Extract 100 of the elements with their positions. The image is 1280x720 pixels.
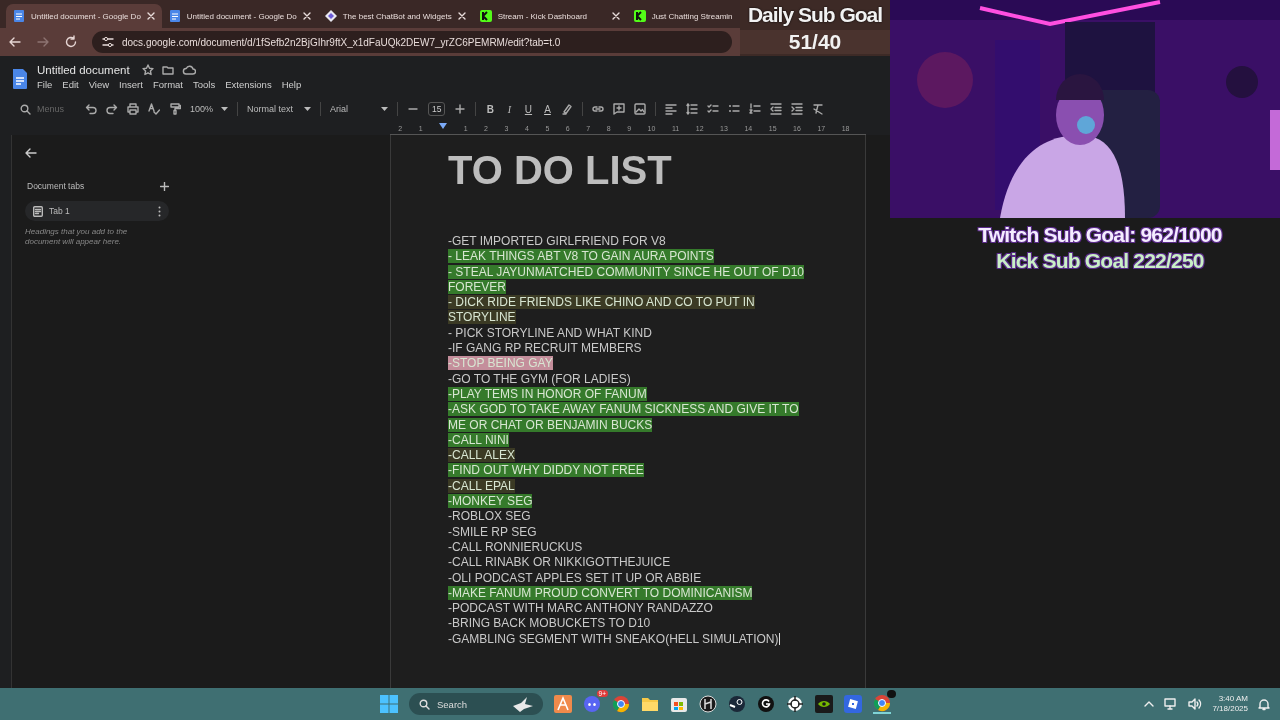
browser-tab[interactable]: Stream - Kick Dashboard	[472, 4, 627, 28]
menu-item[interactable]: View	[88, 79, 110, 90]
list-item: - LEAK THINGS ABT V8 TO GAIN AURA POINTS	[448, 249, 714, 264]
align-left-icon[interactable]	[665, 103, 678, 115]
address-field[interactable]: docs.google.com/document/d/1fSefb2n2BjGIhr9ftX_x1dFaUQk2DEW7_yrZC6PEMRM/edit?tab=t.0	[92, 31, 732, 53]
list-item: -CALL ALEX	[448, 448, 515, 463]
text-cursor	[778, 632, 780, 645]
undo-icon[interactable]	[85, 103, 97, 115]
kick-icon	[632, 9, 647, 23]
document-icon	[167, 9, 182, 23]
back-arrow-icon[interactable]	[25, 147, 37, 159]
font-dropdown[interactable]: Arial	[330, 104, 388, 114]
image-icon[interactable]	[634, 103, 647, 115]
add-comment-icon[interactable]	[613, 103, 626, 115]
site-settings-icon	[102, 36, 114, 48]
bird-icon	[511, 696, 535, 712]
menu-item[interactable]: Format	[152, 79, 183, 90]
menu-item[interactable]: Extensions	[225, 79, 272, 90]
chat-app-icon[interactable]	[583, 695, 601, 713]
checklist-icon[interactable]	[707, 103, 720, 115]
tab-page-icon	[33, 205, 43, 217]
document-tab[interactable]: Tab 1	[25, 201, 169, 221]
square-app-icon[interactable]	[844, 695, 862, 713]
goal-text: Twitch Sub Goal: 962/1000	[978, 222, 1222, 248]
close-icon	[456, 11, 467, 21]
docs-logo-icon	[12, 68, 28, 90]
format-button[interactable]: I	[504, 103, 515, 115]
browser-app-icon[interactable]	[873, 694, 891, 712]
eye-app-icon[interactable]	[815, 695, 833, 713]
triangle-app-icon[interactable]	[554, 695, 572, 713]
list-item: -FIND OUT WHY DIDDY NOT FREE	[448, 463, 644, 478]
search-icon	[20, 104, 31, 115]
increase-indent-icon[interactable]	[791, 103, 804, 115]
redo-icon[interactable]	[106, 103, 118, 115]
star-icon[interactable]	[141, 64, 154, 76]
browser-tab[interactable]: Untitled document - Google Do	[161, 4, 318, 28]
list-item: -MONKEY SEG	[448, 494, 533, 509]
list-item: -BRING BACK MOBUCKETS TO D10	[448, 616, 651, 631]
menu-item[interactable]: Help	[281, 79, 302, 90]
back-arrow-icon[interactable]	[8, 35, 22, 49]
chevron-up-icon[interactable]	[1144, 701, 1155, 707]
plus-icon[interactable]	[160, 181, 169, 191]
hint-text: Headings that you add to the document will appear here.	[25, 227, 129, 247]
bulleted-list-icon[interactable]	[728, 103, 741, 115]
cloud-icon[interactable]	[181, 64, 196, 76]
document-icon	[12, 9, 26, 23]
browser-tab[interactable]: Just Chatting Streamin	[626, 4, 735, 28]
goal-count: 51/40	[740, 30, 890, 54]
clock[interactable]: 3:40 AM 7/18/2025	[1212, 694, 1248, 714]
folder-icon[interactable]	[161, 64, 174, 76]
close-icon	[145, 11, 156, 21]
browser-tab[interactable]: The best ChatBot and Widgets	[317, 4, 473, 28]
network-icon[interactable]	[1164, 698, 1179, 710]
link-icon[interactable]	[592, 103, 605, 115]
list-item: -CALL RONNIERUCKUS	[448, 539, 583, 554]
g-app-icon[interactable]	[757, 695, 775, 713]
line-spacing-icon[interactable]	[686, 103, 699, 115]
start-icon[interactable]	[380, 695, 398, 713]
numbered-list-icon[interactable]	[749, 103, 762, 115]
list-item: -SMILE RP SEG	[448, 524, 537, 539]
format-button[interactable]: B	[485, 103, 496, 115]
speaker-icon[interactable]	[1188, 698, 1203, 710]
caret-icon	[221, 107, 228, 111]
diamond-icon	[323, 9, 338, 23]
notification-badge	[887, 690, 896, 698]
list-item: -PLAY TEMS IN HONOR OF FANUM	[448, 386, 647, 401]
browser-tab[interactable]: Untitled document - Google Do	[6, 4, 162, 28]
menu-item[interactable]: Tools	[192, 79, 216, 90]
zoom-dropdown[interactable]: 100%	[190, 104, 228, 114]
format-button[interactable]: U	[523, 103, 534, 115]
font-size-field[interactable]: 15	[428, 102, 446, 116]
document-title[interactable]: Untitled document	[37, 64, 130, 76]
menu-item[interactable]: Edit	[62, 79, 79, 90]
print-icon[interactable]	[127, 103, 139, 115]
document-heading: TO DO LIST	[448, 147, 673, 193]
clear-formatting-icon[interactable]	[812, 103, 825, 115]
section-heading: Document tabs	[27, 181, 85, 191]
paint-format-icon[interactable]	[169, 103, 181, 115]
highlighter-icon[interactable]	[561, 103, 574, 115]
style-dropdown[interactable]: Normal text	[247, 104, 311, 114]
crosshair-app-icon[interactable]	[786, 695, 804, 713]
close-icon	[301, 11, 312, 21]
bell-icon[interactable]	[1258, 697, 1270, 711]
folder-app-icon[interactable]	[641, 695, 659, 713]
menu-item[interactable]: File	[37, 79, 53, 90]
store-app-icon[interactable]	[670, 695, 688, 713]
list-item: -MAKE FANUM PROUD CONVERT TO DOMINICANISM	[448, 585, 753, 600]
spellcheck-icon[interactable]	[148, 103, 160, 115]
list-item: -GAMBLING SEGMENT WITH SNEAKO(HELL SIMULATION)	[448, 631, 779, 646]
menu-item[interactable]: Insert	[119, 79, 143, 90]
decrease-indent-icon[interactable]	[770, 103, 783, 115]
format-button[interactable]: A	[542, 103, 553, 115]
reload-icon[interactable]	[64, 35, 78, 49]
goal-text: Kick Sub Goal 222/250	[996, 248, 1204, 274]
menu-search-field[interactable]: Menus	[20, 100, 76, 118]
caret-icon	[304, 107, 311, 111]
plus-icon[interactable]	[454, 103, 467, 115]
search-field[interactable]: Search	[409, 693, 543, 715]
list-item: -GET IMPORTED GIRLFRIEND FOR V8	[448, 234, 666, 248]
list-item: -OLI PODCAST APPLES SET IT UP OR ABBIE	[448, 570, 702, 585]
